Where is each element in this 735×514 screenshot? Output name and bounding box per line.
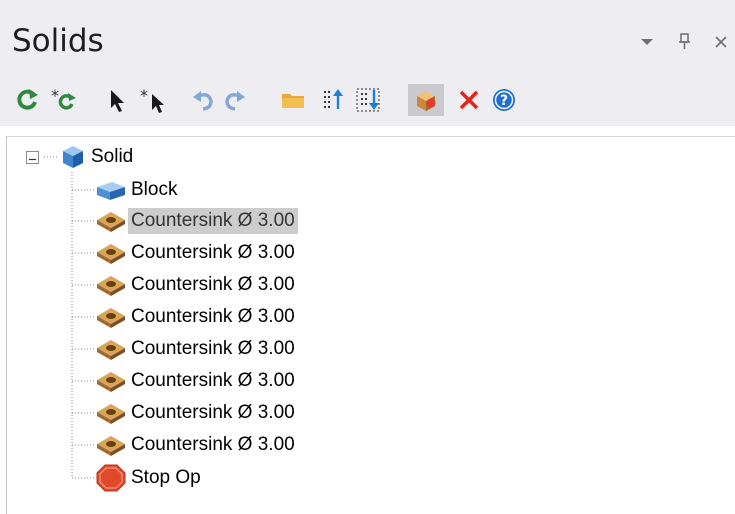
tree-item-label: Countersink Ø 3.00	[131, 370, 295, 391]
tree-item[interactable]: Countersink Ø 3.00	[94, 302, 298, 332]
panel-header: Solids	[0, 0, 735, 76]
folder-icon[interactable]	[278, 84, 308, 116]
help-icon[interactable]: ?	[489, 84, 519, 116]
solids-panel: Solids * * ? Solid Block Countersink Ø 3…	[0, 0, 735, 514]
tree-item-label: Countersink Ø 3.00	[131, 242, 295, 263]
tree-item-label: Countersink Ø 3.00	[128, 208, 298, 234]
tree-item[interactable]: Stop Op	[94, 463, 204, 493]
tree-node-label: Solid	[91, 146, 134, 167]
pin-icon[interactable]	[674, 31, 696, 53]
tree-item-label: Countersink Ø 3.00	[131, 274, 295, 295]
tree-item[interactable]: Countersink Ø 3.00	[94, 398, 298, 428]
svg-text:*: *	[140, 86, 148, 105]
tree-item[interactable]: Countersink Ø 3.00	[94, 206, 298, 236]
svg-text:?: ?	[500, 93, 508, 109]
tree-item[interactable]: Countersink Ø 3.00	[94, 238, 298, 268]
tree-item-label: Stop Op	[131, 467, 201, 488]
undo-icon[interactable]	[188, 84, 218, 116]
dropdown-icon[interactable]	[636, 31, 658, 53]
stop-op-icon	[94, 463, 128, 493]
tree-item[interactable]: Countersink Ø 3.00	[94, 430, 298, 460]
tree-item-label: Countersink Ø 3.00	[131, 306, 295, 327]
countersink-icon	[94, 206, 128, 236]
select-icon[interactable]	[102, 84, 132, 116]
select-all-icon[interactable]: *	[138, 84, 168, 116]
tree-collapse-toggle[interactable]	[26, 151, 39, 164]
tree-node-root[interactable]: Solid	[58, 142, 136, 172]
countersink-icon	[94, 302, 128, 332]
tree-item-label: Block	[131, 179, 178, 200]
tree-item[interactable]: Block	[94, 175, 180, 205]
tree-item[interactable]: Countersink Ø 3.00	[94, 270, 298, 300]
close-icon[interactable]	[710, 31, 732, 53]
toolbar: * * ?	[0, 76, 735, 126]
tree-item-label: Countersink Ø 3.00	[131, 434, 295, 455]
regenerate-all-icon[interactable]: *	[49, 84, 79, 116]
panel-title: Solids	[12, 23, 104, 59]
delete-icon[interactable]	[454, 84, 484, 116]
regenerate-icon[interactable]	[12, 84, 42, 116]
move-up-icon[interactable]	[318, 84, 348, 116]
countersink-icon	[94, 398, 128, 428]
countersink-icon	[94, 270, 128, 300]
tree-item-label: Countersink Ø 3.00	[131, 402, 295, 423]
countersink-icon	[94, 334, 128, 364]
countersink-icon	[94, 238, 128, 268]
svg-text:*: *	[51, 86, 59, 105]
move-down-icon[interactable]	[354, 84, 384, 116]
countersink-icon	[94, 366, 128, 396]
countersink-icon	[94, 430, 128, 460]
tree-item[interactable]: Countersink Ø 3.00	[94, 334, 298, 364]
tree-item-label: Countersink Ø 3.00	[131, 338, 295, 359]
tree-item[interactable]: Countersink Ø 3.00	[94, 366, 298, 396]
solid-view-icon[interactable]	[408, 84, 444, 116]
solid-cube-icon	[58, 142, 88, 172]
redo-icon[interactable]	[220, 84, 250, 116]
block-icon	[94, 175, 128, 205]
